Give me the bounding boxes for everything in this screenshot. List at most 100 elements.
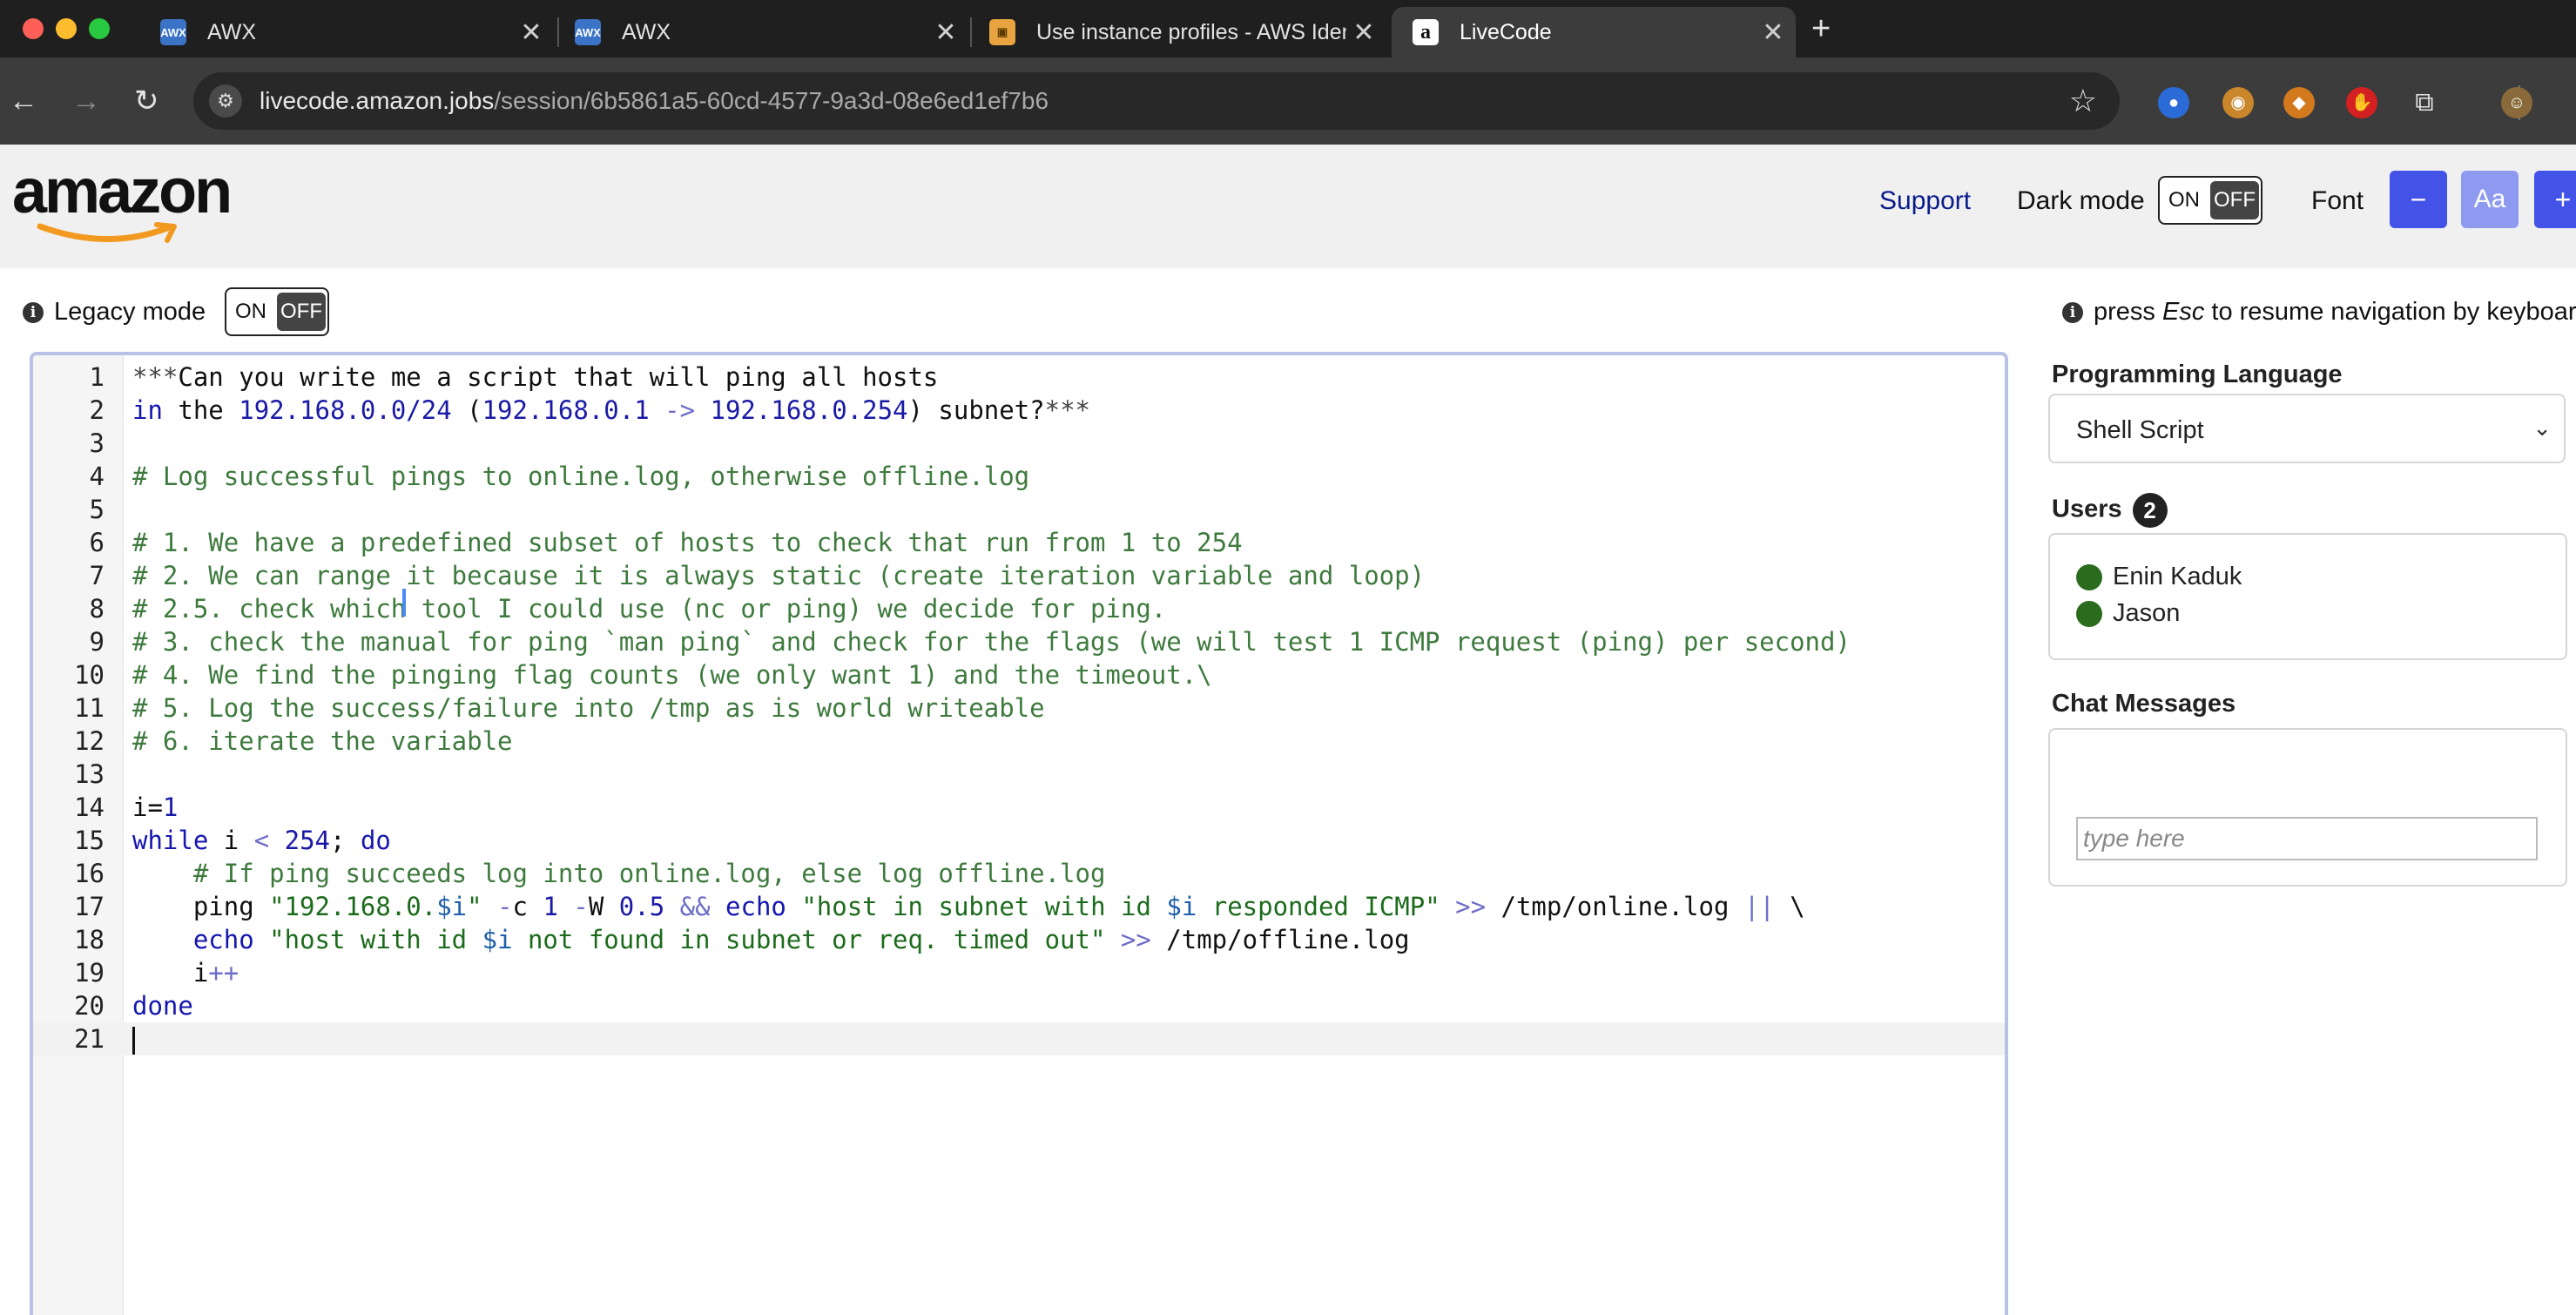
profile-avatar-icon[interactable]: ☺ xyxy=(2501,87,2532,118)
language-select[interactable]: Shell Script ⌄ xyxy=(2048,394,2566,463)
code-line-text[interactable] xyxy=(132,1022,135,1055)
tab-title: LiveCode xyxy=(1460,19,1552,44)
line-number: 17 xyxy=(74,892,105,921)
close-icon[interactable]: ✕ xyxy=(928,17,963,48)
font-reset-button[interactable]: Aa xyxy=(2461,171,2519,228)
code-line[interactable]: 15 while i < 254; do xyxy=(33,824,2005,857)
extensions-puzzle-icon[interactable]: ⧉ xyxy=(2409,87,2440,118)
browser-tab-aws-docs[interactable]: ▣ Use instance profiles - AWS Identity ✕ xyxy=(968,7,1386,57)
code-line-text[interactable]: done xyxy=(132,989,193,1022)
code-line[interactable]: 13 xyxy=(33,758,2005,791)
code-line[interactable]: 6 # 1. We have a predefined subset of hos… xyxy=(33,526,2005,559)
font-label: Font xyxy=(2311,186,2364,215)
code-line-text[interactable]: i++ xyxy=(132,956,239,989)
toggle-on-label: ON xyxy=(235,300,266,323)
code-line[interactable]: 2 in the 192.168.0.0/24 (192.168.0.1 -> 1… xyxy=(33,394,2005,427)
code-line[interactable]: 3 xyxy=(33,427,2005,460)
chat-panel: type here xyxy=(2048,728,2567,887)
hint-key: Esc xyxy=(2161,298,2205,326)
code-line[interactable]: 16 # If ping succeeds log into online.lo… xyxy=(33,857,2005,890)
line-number: 5 xyxy=(89,495,105,524)
line-number: 1 xyxy=(89,362,105,392)
code-line-text[interactable]: # 3. check the manual for ping `man ping… xyxy=(132,625,1851,658)
code-line[interactable]: 20 done xyxy=(33,989,2005,1022)
back-button[interactable]: ← xyxy=(9,84,38,118)
aws-box-icon: ▣ xyxy=(989,19,1015,45)
code-line[interactable]: 21 xyxy=(33,1022,2005,1055)
browser-tab-awx-1[interactable]: AWX AWX ✕ xyxy=(139,7,554,57)
code-line-text[interactable]: echo "host with id $i not found in subne… xyxy=(132,923,1410,956)
code-line[interactable]: 19 i++ xyxy=(33,956,2005,989)
users-heading: Users 2 xyxy=(2052,493,2168,528)
code-line-text[interactable]: # 2. We can range it because it is alway… xyxy=(132,559,1425,592)
font-decrease-button[interactable]: − xyxy=(2390,171,2447,228)
browser-tab-livecode[interactable]: a LiveCode ✕ xyxy=(1392,7,1796,57)
window-close-button[interactable] xyxy=(23,18,44,39)
logo-text: amazon xyxy=(12,157,233,226)
code-line-text[interactable]: i=1 xyxy=(132,791,178,824)
code-line[interactable]: 5 xyxy=(33,493,2005,526)
line-number: 13 xyxy=(74,759,105,789)
toggle-on-label: ON xyxy=(2168,188,2200,212)
forward-button[interactable]: → xyxy=(71,84,101,118)
language-selected-value: Shell Script xyxy=(2076,416,2204,444)
info-icon: i xyxy=(23,301,44,323)
code-line[interactable]: 11 # 5. Log the success/failure into /tmp… xyxy=(33,691,2005,725)
close-icon[interactable]: ✕ xyxy=(1346,17,1381,48)
code-line-text[interactable]: # 5. Log the success/failure into /tmp a… xyxy=(132,691,1045,725)
close-icon[interactable]: ✕ xyxy=(514,17,549,48)
text-cursor xyxy=(132,1027,135,1055)
tab-title: AWX xyxy=(622,19,671,44)
user-name: Enin Kaduk xyxy=(2113,563,2242,590)
legacy-mode-toggle[interactable]: ON OFF xyxy=(225,287,329,336)
code-line[interactable]: 18 echo "host with id $i not found in su… xyxy=(33,923,2005,956)
code-lines[interactable]: 1 ***Can you write me a script that will … xyxy=(33,361,2005,1055)
window-minimize-button[interactable] xyxy=(56,18,77,39)
font-increase-button[interactable]: + xyxy=(2534,171,2576,228)
code-line[interactable]: 17 ping "192.168.0.$i" -c 1 -W 0.5 && ec… xyxy=(33,890,2005,923)
amazon-logo[interactable]: amazon xyxy=(12,160,247,247)
chat-input[interactable]: type here xyxy=(2076,817,2538,860)
code-line[interactable]: 9 # 3. check the manual for ping `man pin… xyxy=(33,625,2005,658)
code-line-text[interactable]: # 6. iterate the variable xyxy=(132,725,513,758)
code-line[interactable]: 7 # 2. We can range it because it is alwa… xyxy=(33,559,2005,592)
code-line-text[interactable]: ping "192.168.0.$i" -c 1 -W 0.5 && echo … xyxy=(132,890,1805,923)
password-manager-extension-icon[interactable]: ● xyxy=(2158,87,2189,118)
browser-tab-awx-2[interactable]: AWX AWX ✕ xyxy=(554,7,968,57)
keyboard-navigation-hint: i press Esc to resume navigation by keyb… xyxy=(2062,298,2576,327)
bookmark-star-icon[interactable]: ☆ xyxy=(2069,83,2097,119)
close-icon[interactable]: ✕ xyxy=(1756,17,1790,48)
code-line-text[interactable]: # 4. We find the pinging flag counts (we… xyxy=(132,658,1212,691)
code-line-text[interactable]: while i < 254; do xyxy=(132,824,391,857)
legacy-mode-row: i Legacy mode xyxy=(23,298,206,327)
dark-mode-toggle[interactable]: ON OFF xyxy=(2158,176,2262,225)
reload-button[interactable]: ↻ xyxy=(134,84,159,118)
line-number: 6 xyxy=(89,528,105,557)
code-line[interactable]: 12 # 6. iterate the variable xyxy=(33,725,2005,758)
code-line-text[interactable]: in the 192.168.0.0/24 (192.168.0.1 -> 19… xyxy=(132,394,1090,427)
code-editor[interactable]: 1 ***Can you write me a script that will … xyxy=(30,352,2008,1315)
code-line[interactable]: 1 ***Can you write me a script that will … xyxy=(33,361,2005,394)
fox-extension-icon[interactable]: ◆ xyxy=(2283,87,2315,118)
code-line-text[interactable]: # 1. We have a predefined subset of host… xyxy=(132,526,1243,559)
code-line-text[interactable]: # Log successful pings to online.log, ot… xyxy=(132,460,1029,493)
line-number: 2 xyxy=(89,395,105,425)
line-number: 14 xyxy=(74,792,105,822)
awx-icon: AWX xyxy=(160,19,186,45)
cookie-extension-icon[interactable]: ◉ xyxy=(2222,87,2254,118)
code-line[interactable]: 8 # 2.5. check which tool I could use (nc… xyxy=(33,592,2005,625)
shield-extension-icon[interactable]: ✋ xyxy=(2346,87,2377,118)
code-line-text[interactable]: # 2.5. check which tool I could use (nc … xyxy=(132,592,1166,625)
code-line[interactable]: 10 # 4. We find the pinging flag counts (… xyxy=(33,658,2005,691)
chevron-down-icon: ⌄ xyxy=(2532,415,2552,441)
code-line[interactable]: 14 i=1 xyxy=(33,791,2005,824)
support-link[interactable]: Support xyxy=(1879,186,1971,216)
code-line-text[interactable]: ***Can you write me a script that will p… xyxy=(132,361,938,394)
legacy-mode-label: Legacy mode xyxy=(54,298,206,326)
address-bar[interactable]: ⚙ livecode.amazon.jobs/session/6b5861a5-… xyxy=(193,72,2120,130)
new-tab-button[interactable]: + xyxy=(1811,10,1831,48)
site-settings-icon[interactable]: ⚙ xyxy=(209,84,242,118)
code-line-text[interactable]: # If ping succeeds log into online.log, … xyxy=(132,857,1106,890)
window-zoom-button[interactable] xyxy=(89,18,110,39)
code-line[interactable]: 4 # Log successful pings to online.log, o… xyxy=(33,460,2005,493)
